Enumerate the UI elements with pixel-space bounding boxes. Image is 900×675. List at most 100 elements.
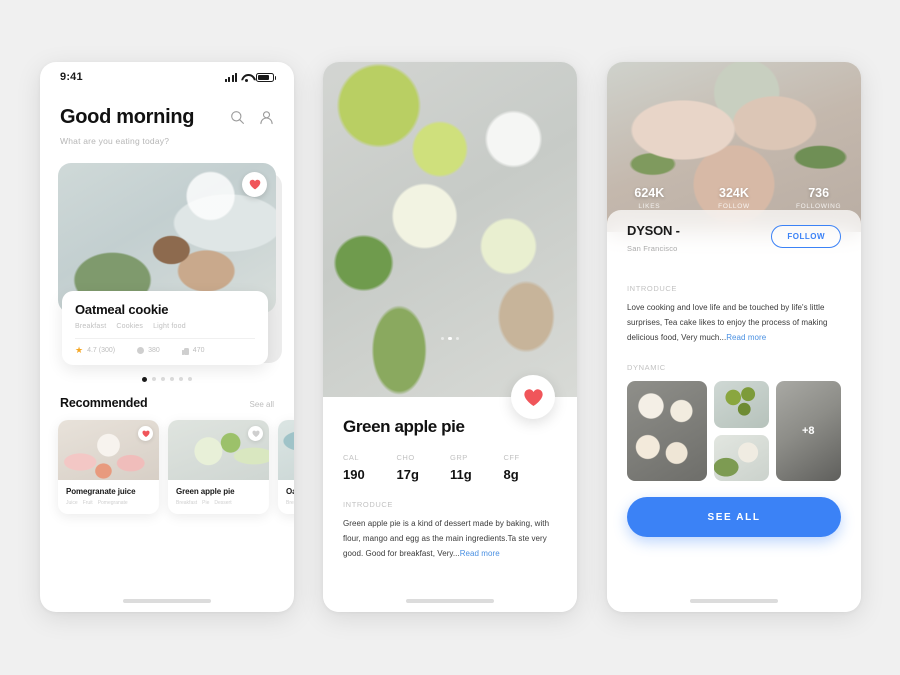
recommended-header: Recommended See all: [40, 382, 294, 410]
recommended-tags: Breakfast Pie Dessert: [176, 500, 261, 506]
detail-food-image[interactable]: [323, 62, 577, 397]
profile-cover-image: 624K LIKES 324K FOLLOW 736 FOLLOWING: [607, 62, 861, 232]
signal-bars-icon: [224, 72, 237, 82]
home-indicator[interactable]: [607, 599, 861, 603]
list-item[interactable]: Oatmeal cookie Breakfast Cookies: [278, 420, 294, 514]
featured-food-tags: Breakfast Cookies Light food: [75, 323, 255, 330]
profile-identity: DYSON - San Francisco: [627, 223, 680, 253]
status-bar-time: 9:41: [60, 71, 83, 83]
phone-profile-screen: 624K LIKES 324K FOLLOW 736 FOLLOWING DYS…: [607, 62, 861, 612]
thumbs-up-icon: [181, 347, 189, 355]
stat-value: 736: [808, 186, 830, 200]
recommended-name: Pomegranate juice: [66, 487, 136, 496]
gallery-column: [713, 381, 769, 482]
recommended-name: Green apple pie: [176, 487, 235, 496]
image-dot-active[interactable]: [448, 336, 452, 340]
page-title: Good morning: [60, 106, 195, 128]
favorite-button[interactable]: [511, 375, 555, 419]
featured-food-card[interactable]: Oatmeal cookie Breakfast Cookies Light f…: [62, 291, 268, 365]
nutrition-value: 11g: [450, 467, 472, 482]
recommended-tags: Juice Fruit Pomegranate: [66, 500, 151, 506]
stat-value: 324K: [719, 186, 749, 200]
nutrition-item: CHO 17g: [397, 453, 451, 482]
nutrition-value: 17g: [396, 467, 419, 482]
screenshot-stage: 9:41 Good morning What are you eating to…: [0, 0, 900, 675]
nutrition-item: GRP 11g: [450, 453, 504, 482]
profile-card: DYSON - San Francisco FOLLOW: [607, 210, 861, 270]
user-icon[interactable]: [259, 110, 274, 125]
read-more-link[interactable]: Read more: [460, 549, 500, 558]
follow-button[interactable]: FOLLOW: [771, 225, 841, 248]
heart-icon: [523, 388, 543, 406]
favorite-button[interactable]: [248, 426, 263, 441]
comment-stat: 380: [137, 347, 160, 354]
favorite-button[interactable]: [242, 172, 267, 197]
heart-icon: [249, 179, 260, 190]
recommended-name: Oatmeal cookie: [286, 487, 294, 496]
image-dot[interactable]: [440, 336, 445, 340]
tag: Cookies: [116, 323, 144, 330]
profile-name: DYSON -: [627, 223, 680, 238]
stat-value: 624K: [634, 186, 665, 200]
profile-location: San Francisco: [627, 244, 678, 253]
recommended-image: [278, 420, 294, 480]
carousel-dot[interactable]: [152, 377, 156, 381]
featured-food-stats: ★ 4.7 (300) 380 470: [75, 346, 255, 355]
tag: Breakfast: [176, 500, 198, 506]
carousel-dot[interactable]: [188, 377, 192, 381]
list-item[interactable]: Pomegranate juice Juice Fruit Pomegranat…: [58, 420, 159, 514]
gallery-item[interactable]: [627, 381, 707, 482]
stat-following[interactable]: 736 FOLLOWING: [776, 186, 861, 210]
tag: Dessert: [214, 500, 232, 506]
recommended-list[interactable]: Pomegranate juice Juice Fruit Pomegranat…: [40, 410, 294, 514]
gallery-item[interactable]: [713, 381, 769, 428]
nutrition-value: 8g: [503, 467, 519, 482]
recommended-body: Green apple pie Breakfast Pie Dessert: [168, 480, 269, 514]
list-item[interactable]: Green apple pie Breakfast Pie Dessert: [168, 420, 269, 514]
rating-value: 4.7 (300): [87, 347, 116, 354]
home-indicator[interactable]: [40, 599, 294, 603]
carousel-dot-active[interactable]: [142, 377, 147, 382]
nutrition-item: CAL 190: [343, 453, 397, 482]
tag: Light food: [153, 323, 186, 330]
profile-body: INTRODUCE Love cooking and love life and…: [607, 270, 861, 612]
phone-home-screen: 9:41 Good morning What are you eating to…: [40, 62, 294, 612]
rating-stat: ★ 4.7 (300): [75, 346, 115, 355]
introduce-body: Green apple pie is a kind of dessert mad…: [343, 519, 550, 558]
recommended-see-all-link[interactable]: See all: [250, 400, 274, 409]
read-more-link[interactable]: Read more: [726, 333, 766, 342]
search-icon[interactable]: [230, 110, 245, 125]
recommended-body: Oatmeal cookie Breakfast Cookies: [278, 480, 294, 514]
gallery-item[interactable]: [713, 434, 769, 482]
divider: [75, 338, 255, 339]
wifi-icon: [241, 73, 252, 82]
image-dot[interactable]: [455, 336, 460, 340]
home-indicator[interactable]: [323, 599, 577, 603]
stat-label: FOLLOW: [718, 203, 750, 210]
nutrition-label: CFF: [503, 453, 520, 462]
image-pagination[interactable]: [323, 336, 577, 340]
header-actions: [230, 110, 274, 125]
greeting-subtitle: What are you eating today?: [60, 136, 170, 146]
tag: Pie: [202, 500, 210, 506]
featured-food-title: Oatmeal cookie: [75, 302, 169, 317]
gallery-item-more[interactable]: +8: [775, 381, 841, 482]
recommended-tags: Breakfast Cookies: [286, 500, 294, 506]
carousel-pagination[interactable]: [58, 377, 276, 382]
stat-follow[interactable]: 324K FOLLOW: [692, 186, 777, 210]
comment-icon: [137, 347, 145, 354]
dynamic-label: DYNAMIC: [627, 363, 666, 373]
star-icon: ★: [75, 345, 84, 355]
stat-label: FOLLOWING: [795, 203, 842, 210]
tag: Breakfast: [286, 500, 294, 506]
carousel-dot[interactable]: [170, 377, 174, 381]
favorite-button[interactable]: [138, 426, 153, 441]
see-all-button[interactable]: SEE ALL: [627, 497, 841, 538]
carousel-dot[interactable]: [161, 377, 165, 381]
stat-likes[interactable]: 624K LIKES: [607, 186, 692, 210]
carousel-dot[interactable]: [179, 377, 183, 381]
tag: Pomegranate: [97, 500, 128, 506]
nutrition-value: 190: [343, 467, 365, 482]
tag: Fruit: [82, 500, 93, 506]
battery-icon: [256, 72, 276, 82]
